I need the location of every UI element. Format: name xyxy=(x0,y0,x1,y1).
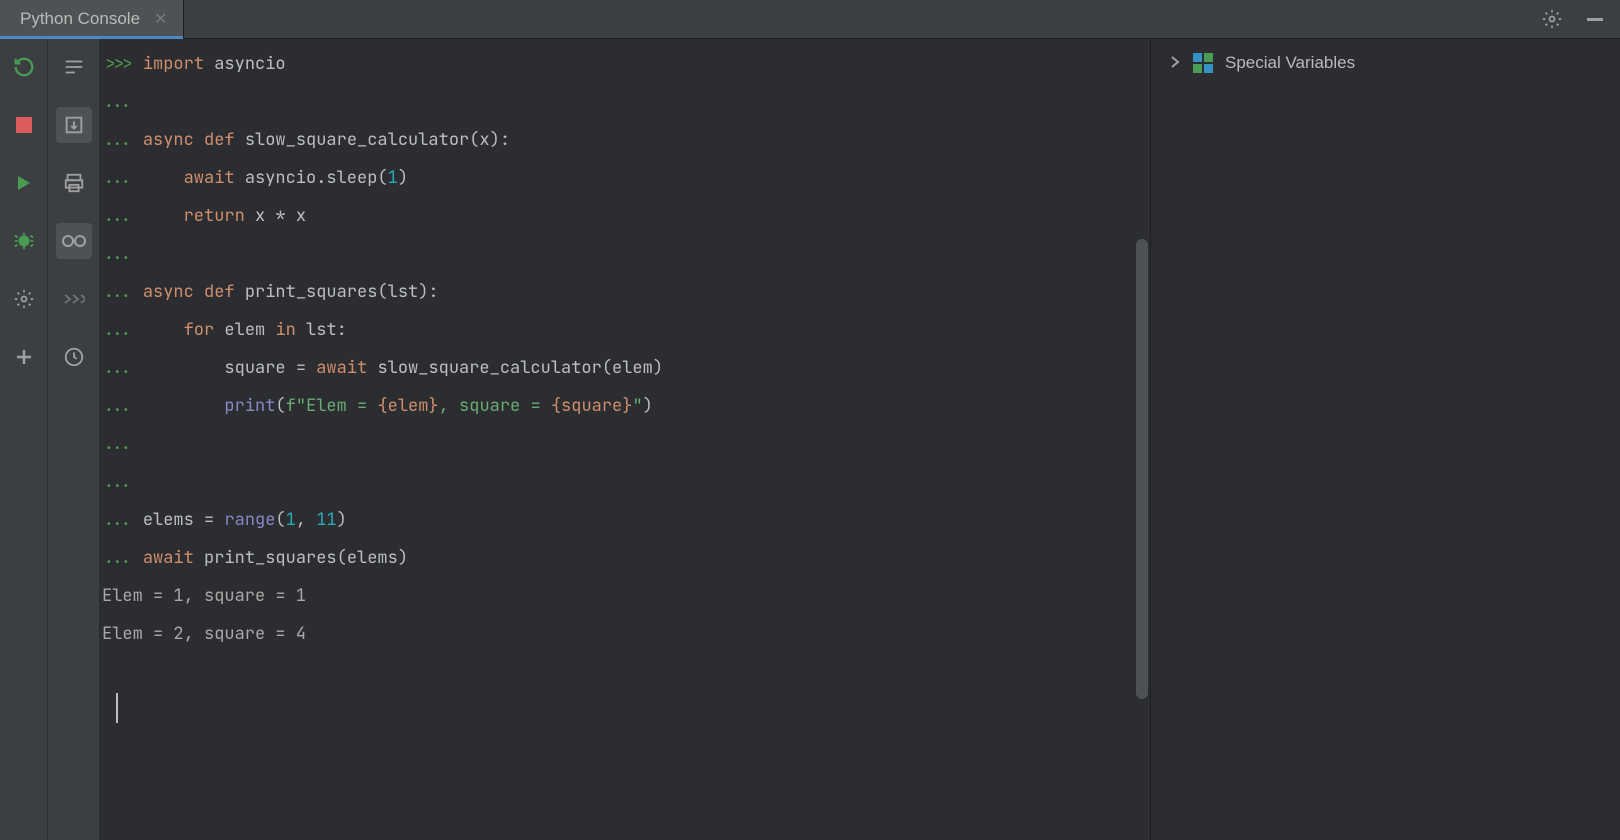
new-console-icon[interactable] xyxy=(6,339,42,375)
tab-container: Python Console ✕ xyxy=(0,0,184,38)
header-actions xyxy=(1542,9,1620,29)
stop-icon[interactable] xyxy=(6,107,42,143)
run-icon[interactable] xyxy=(6,165,42,201)
variables-grid-icon xyxy=(1193,53,1213,73)
console-text: >>> import asyncio ... ... async def slo… xyxy=(100,39,1150,735)
special-variables-row[interactable]: Special Variables xyxy=(1169,53,1602,73)
tab-python-console[interactable]: Python Console ✕ xyxy=(0,0,184,38)
cursor xyxy=(102,691,112,729)
print-icon[interactable] xyxy=(56,165,92,201)
chevron-right-icon[interactable] xyxy=(1169,55,1181,72)
output-line: Elem = 2, square = 4 xyxy=(102,623,306,645)
action-toolbar-secondary xyxy=(48,39,100,840)
rerun-icon[interactable] xyxy=(6,49,42,85)
content: >>> import asyncio ... ... async def slo… xyxy=(0,39,1620,840)
gear-icon[interactable] xyxy=(1542,9,1562,29)
close-icon[interactable]: ✕ xyxy=(154,9,167,29)
tab-bar: Python Console ✕ xyxy=(0,0,1620,39)
chevrons-icon[interactable] xyxy=(56,281,92,317)
variables-panel: Special Variables xyxy=(1150,39,1620,840)
scrollbar[interactable] xyxy=(1136,239,1148,699)
output-line: Elem = 1, square = 1 xyxy=(102,585,306,607)
history-icon[interactable] xyxy=(56,339,92,375)
show-variables-icon[interactable] xyxy=(56,223,92,259)
special-variables-label: Special Variables xyxy=(1225,53,1355,73)
debug-icon[interactable] xyxy=(6,223,42,259)
scroll-to-end-icon[interactable] xyxy=(56,107,92,143)
console-output[interactable]: >>> import asyncio ... ... async def slo… xyxy=(100,39,1150,840)
tab-label: Python Console xyxy=(20,9,140,29)
soft-wrap-icon[interactable] xyxy=(56,49,92,85)
action-toolbar-left xyxy=(0,39,48,840)
settings-icon[interactable] xyxy=(6,281,42,317)
minimize-icon[interactable] xyxy=(1586,10,1604,28)
